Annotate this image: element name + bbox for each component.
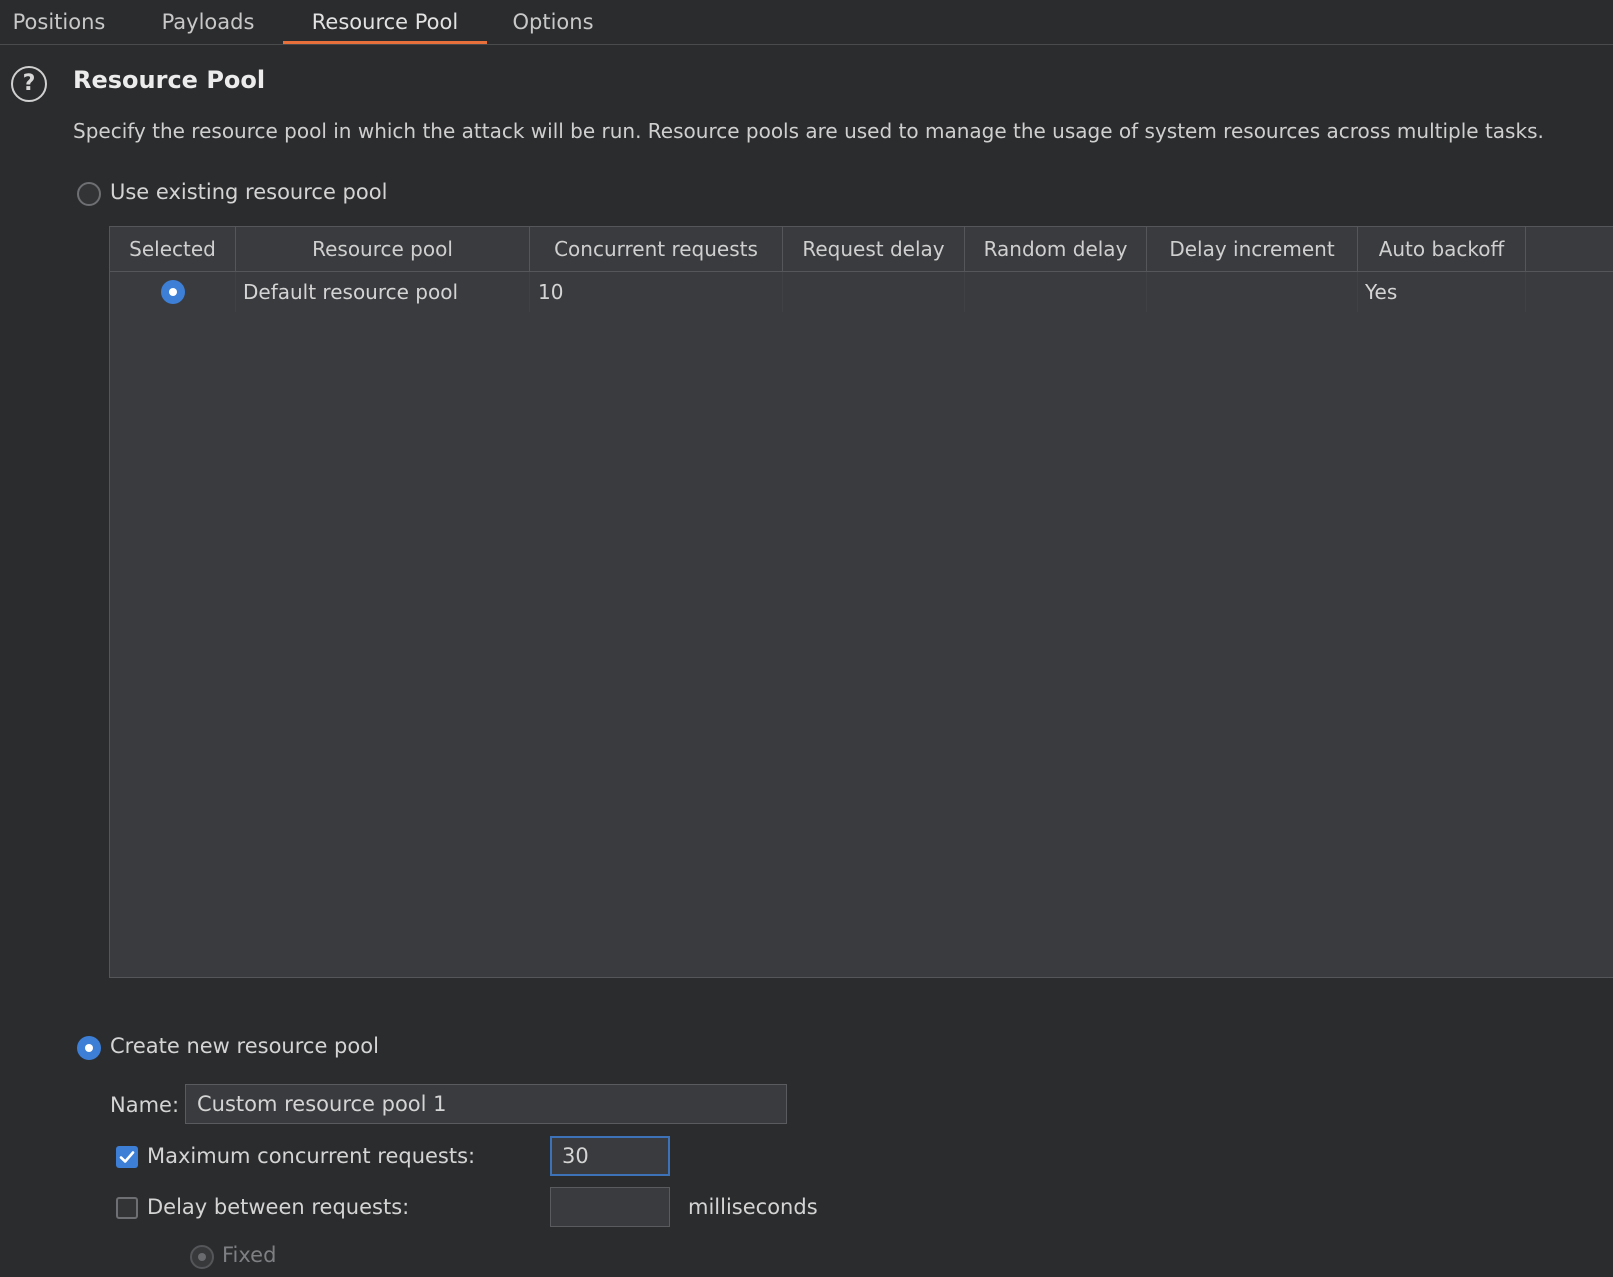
cell-resource-pool: Default resource pool <box>236 272 530 312</box>
row-selected-radio[interactable] <box>161 280 185 304</box>
checkmark-icon <box>119 1151 135 1163</box>
column-header-resource-pool[interactable]: Resource pool <box>236 227 530 271</box>
cell-request-delay <box>783 272 965 312</box>
max-concurrent-checkbox[interactable] <box>116 1146 138 1168</box>
delay-between-input[interactable] <box>550 1187 670 1227</box>
section-title: Resource Pool <box>73 66 266 94</box>
cell-random-delay <box>965 272 1147 312</box>
tab-resource-pool[interactable]: Resource Pool <box>283 0 487 44</box>
help-icon[interactable]: ? <box>11 66 47 102</box>
create-new-pool-label[interactable]: Create new resource pool <box>110 1034 379 1058</box>
delay-between-checkbox[interactable] <box>116 1197 138 1219</box>
use-existing-pool-label[interactable]: Use existing resource pool <box>110 180 387 204</box>
tab-payloads[interactable]: Payloads <box>142 0 274 44</box>
name-label: Name: <box>110 1093 180 1117</box>
cell-concurrent-requests: 10 <box>530 272 783 312</box>
milliseconds-label: milliseconds <box>688 1195 818 1219</box>
delay-between-label[interactable]: Delay between requests: <box>147 1195 409 1219</box>
section-description: Specify the resource pool in which the a… <box>73 119 1544 143</box>
tab-positions[interactable]: Positions <box>0 0 118 44</box>
column-header-concurrent-requests[interactable]: Concurrent requests <box>530 227 783 271</box>
table-row[interactable]: Default resource pool 10 Yes <box>110 272 1613 312</box>
column-header-auto-backoff[interactable]: Auto backoff <box>1358 227 1526 271</box>
table-header: Selected Resource pool Concurrent reques… <box>110 227 1613 272</box>
cell-auto-backoff: Yes <box>1358 272 1526 312</box>
max-concurrent-label[interactable]: Maximum concurrent requests: <box>147 1144 475 1168</box>
use-existing-pool-radio[interactable] <box>77 182 101 206</box>
cell-delay-increment <box>1147 272 1358 312</box>
tab-options[interactable]: Options <box>500 0 606 44</box>
pool-name-input[interactable]: Custom resource pool 1 <box>185 1084 787 1124</box>
cell-selected <box>110 272 236 312</box>
column-header-request-delay[interactable]: Request delay <box>783 227 965 271</box>
resource-pool-table: Selected Resource pool Concurrent reques… <box>109 226 1613 978</box>
fixed-delay-label: Fixed <box>222 1243 277 1267</box>
column-header-random-delay[interactable]: Random delay <box>965 227 1147 271</box>
create-new-pool-radio[interactable] <box>77 1036 101 1060</box>
column-header-delay-increment[interactable]: Delay increment <box>1147 227 1358 271</box>
tab-bar: Positions Payloads Resource Pool Options <box>0 0 1613 45</box>
column-header-selected[interactable]: Selected <box>110 227 236 271</box>
fixed-delay-radio[interactable] <box>190 1245 214 1269</box>
max-concurrent-input[interactable]: 30 <box>550 1136 670 1176</box>
